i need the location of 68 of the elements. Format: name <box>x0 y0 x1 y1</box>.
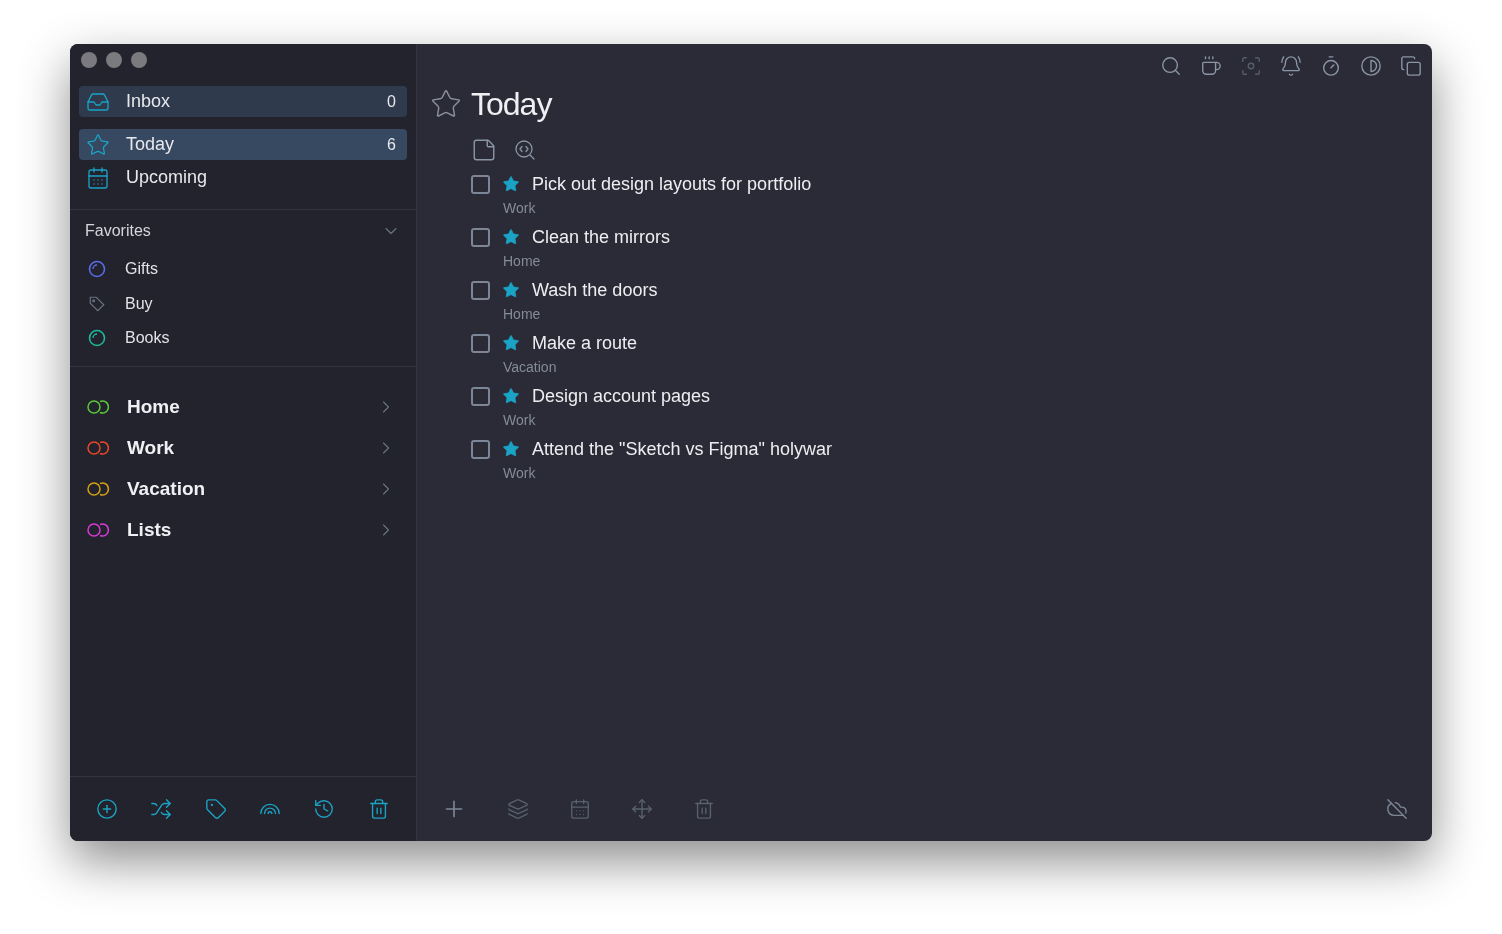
task-item[interactable]: Wash the doors Home <box>471 276 1432 329</box>
minimize-window-button[interactable] <box>106 52 122 68</box>
task-project: Work <box>502 411 537 430</box>
note-icon[interactable] <box>471 137 497 163</box>
project-item[interactable]: Work <box>70 427 416 469</box>
star-icon[interactable] <box>502 228 520 246</box>
stopwatch-icon[interactable] <box>1320 55 1342 77</box>
shuffle-icon[interactable] <box>150 798 173 820</box>
task-item[interactable]: Attend the "Sketch vs Figma" holywar Work <box>471 435 1432 488</box>
task-title: Design account pages <box>532 384 711 408</box>
layers-icon[interactable] <box>507 797 529 820</box>
calendar-icon <box>86 165 110 190</box>
tag-icon[interactable] <box>204 798 227 820</box>
favorite-item[interactable]: Buy <box>70 286 416 321</box>
task-project: Home <box>502 305 542 324</box>
page-title: Today <box>471 85 552 124</box>
add-circle-icon[interactable] <box>96 798 119 820</box>
sidebar-nav-item[interactable]: Upcoming <box>79 162 407 193</box>
task-title: Clean the mirrors <box>532 225 671 249</box>
task-title: Make a route <box>532 331 638 355</box>
focus-icon[interactable] <box>1240 55 1262 77</box>
project-item[interactable]: Lists <box>70 509 416 551</box>
sidebar-nav-item[interactable]: Today 6 <box>79 129 407 160</box>
task-checkbox[interactable] <box>471 280 490 300</box>
star-icon[interactable] <box>502 387 520 405</box>
close-window-button[interactable] <box>81 52 97 68</box>
project-item[interactable]: Home <box>70 386 416 428</box>
task-checkbox[interactable] <box>471 439 490 459</box>
star-icon[interactable] <box>502 175 520 193</box>
calendar-icon[interactable] <box>569 797 591 820</box>
move-icon[interactable] <box>631 797 653 820</box>
task-item[interactable]: Make a route Vacation <box>471 329 1432 382</box>
history-icon[interactable] <box>313 798 336 820</box>
cloud-off-icon[interactable] <box>1386 797 1408 820</box>
star-icon <box>86 132 110 157</box>
trash-icon[interactable] <box>367 798 390 820</box>
bell-icon[interactable] <box>1280 55 1302 77</box>
star-icon[interactable] <box>502 334 520 352</box>
task-checkbox[interactable] <box>471 333 490 353</box>
task-checkbox[interactable] <box>471 227 490 247</box>
task-item[interactable]: Clean the mirrors Home <box>471 223 1432 276</box>
task-project: Work <box>502 199 537 218</box>
task-project: Home <box>502 252 542 271</box>
star-icon[interactable] <box>502 440 520 458</box>
favorite-item[interactable]: Gifts <box>70 252 416 287</box>
count-label: 6 <box>387 134 396 155</box>
task-item[interactable]: Pick out design layouts for portfolio Work <box>471 170 1432 223</box>
task-checkbox[interactable] <box>471 386 490 406</box>
task-project: Vacation <box>502 358 558 377</box>
task-title: Wash the doors <box>532 278 658 302</box>
count-label: 0 <box>387 91 396 112</box>
coffee-icon[interactable] <box>1200 55 1222 77</box>
project-item[interactable]: Vacation <box>70 468 416 510</box>
zoom-window-button[interactable] <box>131 52 147 68</box>
copy-icon[interactable] <box>1400 55 1422 77</box>
task-checkbox[interactable] <box>471 174 490 194</box>
star-icon[interactable] <box>502 281 520 299</box>
favorite-item[interactable]: Books <box>70 321 416 356</box>
star-icon <box>430 88 462 120</box>
task-title: Attend the "Sketch vs Figma" holywar <box>532 437 832 461</box>
task-project: Work <box>502 464 537 483</box>
trash-icon[interactable] <box>693 797 715 820</box>
task-item[interactable]: Design account pages Work <box>471 382 1432 435</box>
section-header: Favorites <box>85 221 151 241</box>
task-title: Pick out design layouts for portfolio <box>532 172 812 196</box>
contrast-icon[interactable] <box>1360 55 1382 77</box>
sidebar-nav-item[interactable]: Inbox 0 <box>79 86 407 117</box>
search-icon[interactable] <box>1160 55 1182 77</box>
